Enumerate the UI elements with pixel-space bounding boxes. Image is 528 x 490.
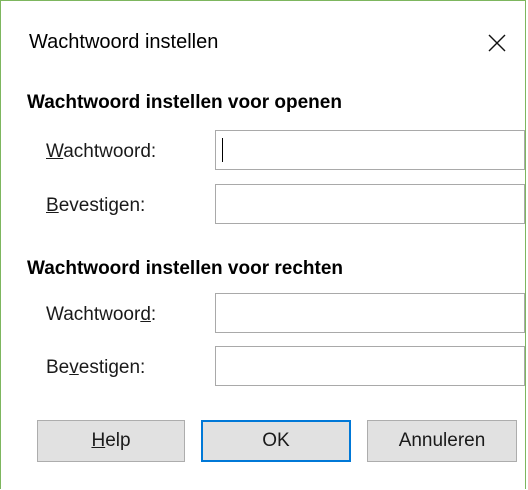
rights-confirm-input[interactable] (215, 346, 525, 386)
open-password-label-rest: achtwoord: (63, 141, 157, 162)
rights-password-label: Wachtwoord: (46, 304, 156, 326)
help-button-label: elp (105, 430, 131, 451)
close-button[interactable] (469, 15, 525, 71)
open-confirm-label-mnemonic: B (46, 195, 59, 216)
rights-password-input[interactable] (215, 293, 525, 333)
open-confirm-label: Bevestigen: (46, 195, 145, 217)
window-title: Wachtwoord instellen (29, 31, 219, 53)
text-caret (222, 138, 223, 162)
open-confirm-label-rest: evestigen: (58, 195, 146, 216)
open-password-label: Wachtwoord: (46, 141, 156, 163)
ok-button-label: OK (262, 430, 290, 451)
rights-section-heading: Wachtwoord instellen voor rechten (27, 258, 344, 279)
help-button[interactable]: Help (37, 420, 185, 462)
password-dialog: Wachtwoord instellen Wachtwoord instelle… (0, 0, 526, 489)
cancel-button-label: Annuleren (398, 430, 486, 451)
open-password-label-mnemonic: W (46, 141, 64, 162)
open-confirm-input[interactable] (215, 184, 525, 224)
rights-confirm-label-post: estigen: (78, 357, 146, 378)
rights-password-label-mnemonic: d (140, 304, 151, 325)
cancel-button[interactable]: Annuleren (367, 420, 517, 462)
open-section-heading: Wachtwoord instellen voor openen (27, 92, 342, 113)
rights-confirm-label-pre: Be (46, 357, 70, 378)
rights-password-label-pre: Wachtwoor (46, 304, 141, 325)
title-bar[interactable]: Wachtwoord instellen (1, 1, 525, 87)
close-icon (488, 34, 506, 52)
rights-confirm-label: Bevestigen: (46, 357, 145, 379)
open-password-input[interactable] (215, 130, 525, 170)
ok-button[interactable]: OK (201, 420, 351, 462)
rights-confirm-label-mnemonic: v (69, 357, 79, 378)
rights-password-label-post: : (150, 304, 157, 325)
help-button-mnemonic: H (91, 430, 106, 451)
